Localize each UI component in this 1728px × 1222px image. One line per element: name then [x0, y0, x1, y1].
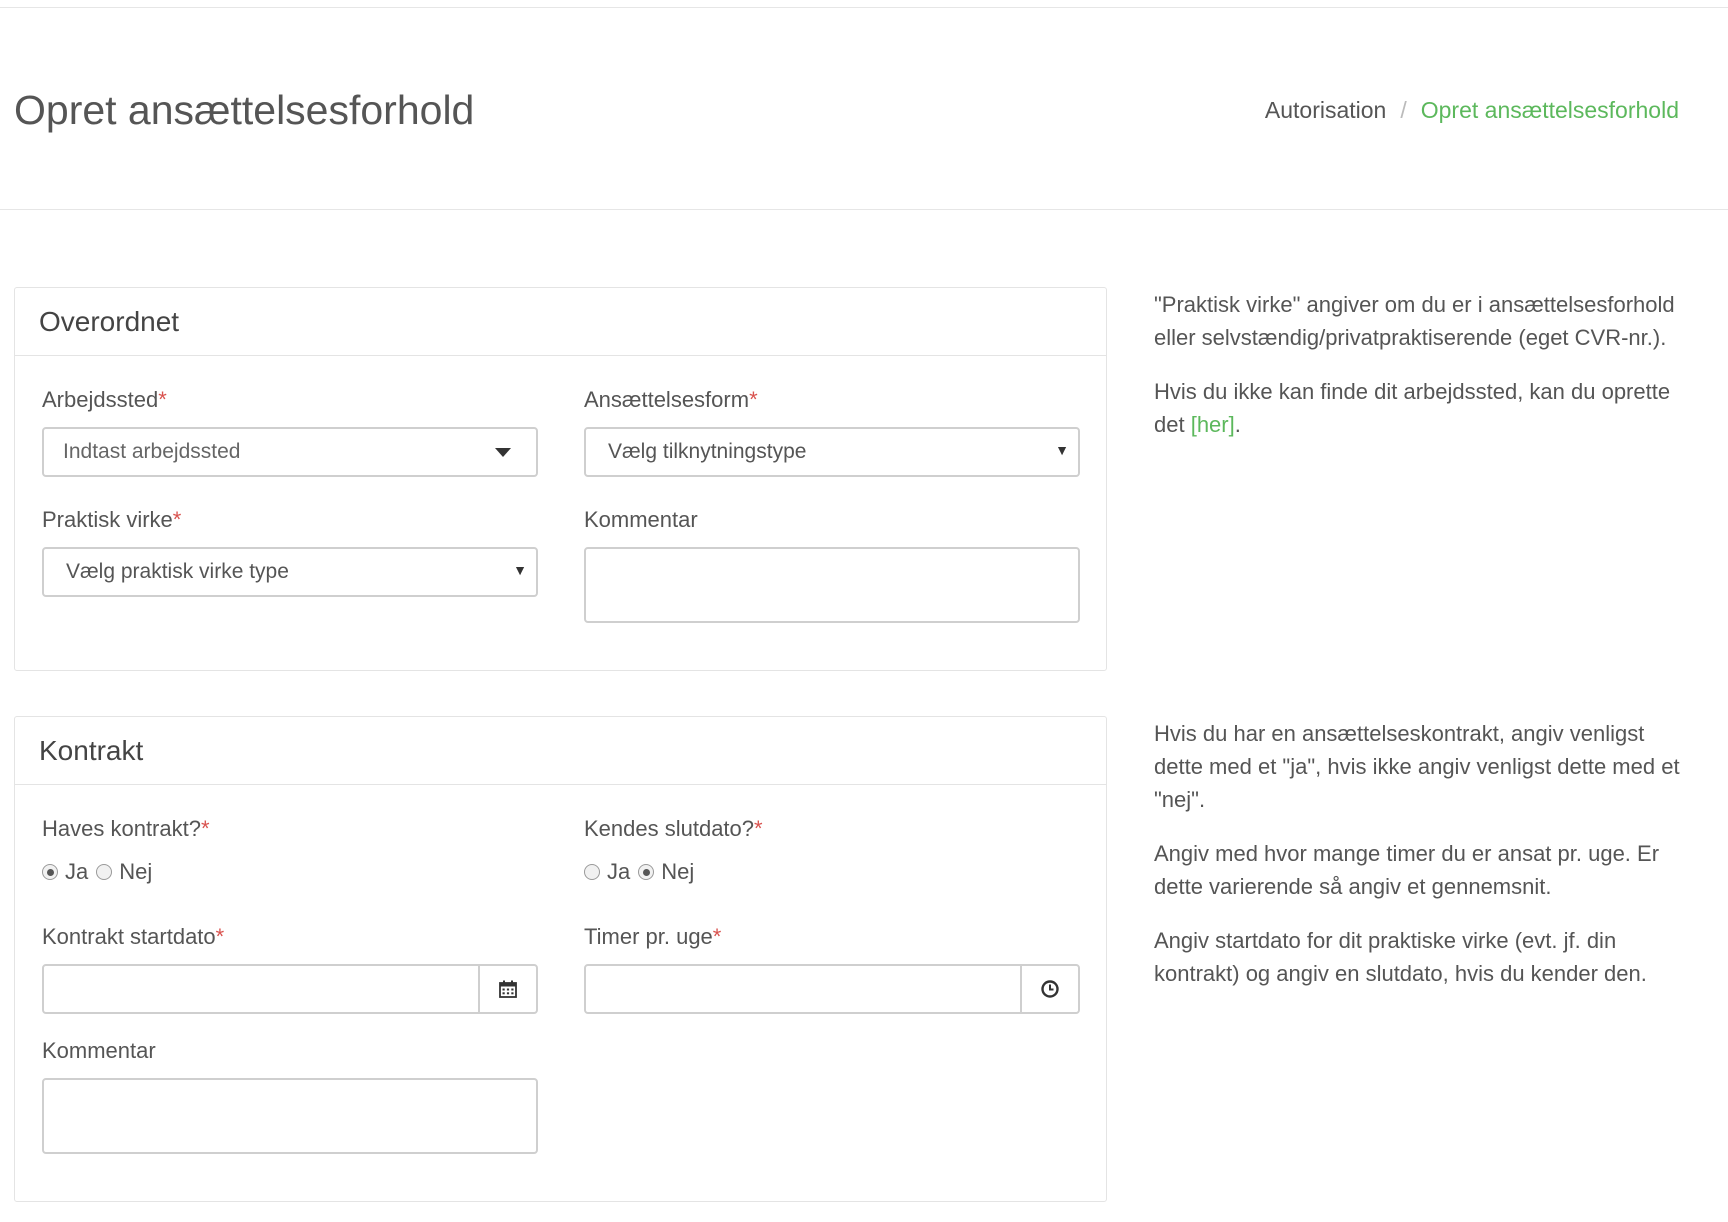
timer-pr-uge-label: Timer pr. uge* [584, 924, 722, 949]
kendes-slutdato-radio-group: Ja Nej [584, 859, 702, 885]
help-kontrakt-ja-nej: Hvis du har en ansættelseskontrakt, angi… [1154, 721, 1680, 812]
panel-heading: Kontrakt [15, 717, 1106, 785]
arbejdssted-placeholder: Indtast arbejdssted [63, 440, 241, 463]
ansaettelsesform-value: Vælg tilknytningstype [608, 440, 807, 463]
clock-icon [1041, 980, 1059, 998]
timer-pr-uge-input[interactable] [584, 964, 1080, 1014]
header-divider [0, 209, 1728, 210]
help-arbejdssted: Hvis du ikke kan finde dit arbejdssted, … [1154, 379, 1671, 437]
panel-heading: Overordnet [15, 288, 1106, 356]
kommentar-label: Kommentar [584, 507, 698, 532]
arbejdssted-select[interactable]: Indtast arbejdssted [42, 427, 538, 477]
breadcrumb-item-autorisation[interactable]: Autorisation [1265, 96, 1386, 124]
calendar-icon [499, 980, 517, 998]
haves-kontrakt-label: Haves kontrakt?* [42, 816, 210, 841]
help-praktisk-virke: "Praktisk virke" angiver om du er i ansæ… [1154, 292, 1675, 350]
panel-overordnet: Overordnet Arbejdssted* Indtast arbejdss… [14, 287, 1107, 671]
radio-label-nej: Nej [119, 859, 153, 884]
startdato-text-field[interactable] [44, 966, 478, 1012]
breadcrumb-item-current: Opret ansættelsesforhold [1420, 97, 1679, 123]
top-divider [0, 7, 1728, 8]
breadcrumb-separator: / [1400, 97, 1407, 123]
haves-kontrakt-radio-group: Ja Nej [42, 859, 160, 885]
clock-button[interactable] [1020, 966, 1078, 1012]
kendes-slutdato-label: Kendes slutdato?* [584, 816, 763, 841]
help-timer: Angiv med hvor mange timer du er ansat p… [1154, 841, 1660, 899]
kontrakt-startdato-input[interactable] [42, 964, 538, 1014]
help-overordnet: "Praktisk virke" angiver om du er i ansæ… [1154, 288, 1694, 462]
help-kontrakt: Hvis du har en ansættelseskontrakt, angi… [1154, 717, 1694, 1011]
praktisk-virke-value: Vælg praktisk virke type [66, 560, 289, 583]
kommentar-textarea[interactable] [584, 547, 1080, 623]
radio-label-nej: Nej [661, 859, 695, 884]
kendes-slutdato-nej-radio[interactable] [638, 864, 655, 880]
help-startdato: Angiv startdato for dit praktiske virke … [1154, 928, 1647, 986]
kontrakt-startdato-label: Kontrakt startdato* [42, 924, 225, 949]
praktisk-virke-label: Praktisk virke* [42, 507, 182, 532]
radio-label-ja: Ja [65, 859, 89, 884]
timer-text-field[interactable] [586, 966, 1020, 1012]
dropdown-arrow-icon: ▼ [1055, 442, 1069, 458]
page-title: Opret ansættelsesforhold [14, 87, 475, 133]
breadcrumb: Autorisation / Opret ansættelsesforhold [1265, 96, 1679, 124]
praktisk-virke-select[interactable]: Vælg praktisk virke type ▼ [42, 547, 538, 597]
haves-kontrakt-ja-radio[interactable] [42, 864, 58, 880]
ansaettelsesform-label: Ansættelsesform* [584, 387, 758, 412]
chevron-down-icon [495, 447, 511, 457]
radio-label-ja: Ja [607, 859, 631, 884]
calendar-button[interactable] [478, 966, 536, 1012]
ansaettelsesform-select[interactable]: Vælg tilknytningstype ▼ [584, 427, 1080, 477]
dropdown-arrow-icon: ▼ [513, 562, 527, 578]
kontrakt-kommentar-label: Kommentar [42, 1038, 156, 1063]
kendes-slutdato-ja-radio[interactable] [584, 864, 600, 880]
panel-kontrakt: Kontrakt Haves kontrakt?* Ja Nej Kendes … [14, 716, 1107, 1202]
kontrakt-kommentar-textarea[interactable] [42, 1078, 538, 1154]
haves-kontrakt-nej-radio[interactable] [96, 864, 113, 880]
opret-arbejdssted-link[interactable]: [her] [1191, 412, 1235, 437]
arbejdssted-label: Arbejdssted* [42, 387, 167, 412]
